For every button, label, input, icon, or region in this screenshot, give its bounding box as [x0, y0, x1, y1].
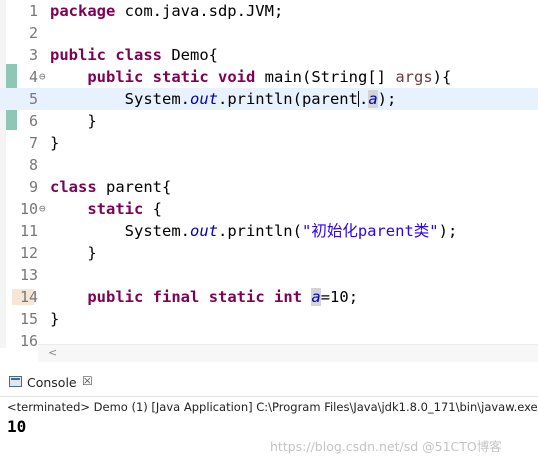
code-text: public final static int a=10; — [87, 288, 359, 306]
code-text: class parent{ — [50, 178, 172, 196]
code-text: package com.java.sdp.JVM; — [50, 2, 284, 20]
line-number: 1 — [28, 2, 38, 20]
code-line[interactable]: 7} — [0, 132, 538, 154]
line-number: 8 — [28, 156, 38, 174]
console-status: <terminated> Demo (1) [Java Application]… — [0, 397, 538, 417]
code-line[interactable]: 4 ⊖ public static void main(String[] args… — [0, 66, 538, 88]
console-icon — [9, 376, 22, 387]
code-text: } — [50, 112, 97, 130]
code-line[interactable]: 13 — [0, 264, 538, 286]
line-number: 10 — [19, 200, 38, 218]
code-line[interactable]: 5 System.out.println(parent.a); — [0, 88, 538, 110]
line-number: 13 — [19, 266, 38, 284]
code-line[interactable]: 1 package com.java.sdp.JVM; — [0, 0, 538, 22]
console-output[interactable]: 10 — [7, 416, 26, 438]
line-number: 2 — [28, 24, 38, 42]
code-editor[interactable]: 1 package com.java.sdp.JVM; 2 3 public class… — [0, 0, 538, 350]
code-line[interactable]: 6 } — [0, 110, 538, 132]
code-text: System.out.println("初始化parent类"); — [50, 222, 458, 240]
code-text: static { — [87, 200, 162, 218]
code-line[interactable]: 15} — [0, 308, 538, 330]
line-number: 12 — [19, 244, 38, 262]
code-text: } — [50, 244, 97, 262]
code-text: public static void main(String[] args){ — [87, 68, 452, 86]
code-text: public class Demo{ — [50, 46, 219, 64]
code-line[interactable]: 2 — [0, 22, 538, 44]
line-number: 4 — [28, 68, 38, 86]
scroll-left-icon[interactable]: < — [48, 346, 57, 359]
line-number: 6 — [28, 112, 38, 130]
line-number: 7 — [28, 134, 38, 152]
code-line[interactable]: 14 public final static int a=10; — [0, 286, 538, 308]
code-line[interactable]: 3 public class Demo{ — [0, 44, 538, 66]
horizontal-scrollbar[interactable]: < — [38, 344, 538, 363]
line-number: 15 — [19, 310, 38, 328]
fold-toggle-icon[interactable]: ⊖ — [39, 202, 46, 216]
code-line[interactable]: 12 } — [0, 242, 538, 264]
console-tab-label: Console — [27, 375, 77, 390]
line-number: 5 — [28, 90, 38, 108]
code-line[interactable]: 8 — [0, 154, 538, 176]
line-number: 11 — [19, 222, 38, 240]
close-icon[interactable]: ☒ — [82, 374, 93, 388]
fold-toggle-icon[interactable]: ⊖ — [39, 70, 46, 84]
watermark: https://blog.csdn.net/sd @51CTO博客 — [270, 439, 502, 454]
line-number: 14 — [19, 288, 38, 306]
code-text: } — [50, 310, 60, 328]
code-line[interactable]: 11 System.out.println("初始化parent类"); — [0, 220, 538, 242]
code-text: } — [50, 134, 60, 152]
view-separator — [0, 362, 538, 370]
line-number: 9 — [28, 178, 38, 196]
code-line[interactable]: 10 ⊖ static { — [0, 198, 538, 220]
line-number: 3 — [28, 46, 38, 64]
line-number: 16 — [19, 332, 38, 350]
tab-console[interactable]: Console ☒ — [0, 370, 538, 397]
code-text: System.out.println(parent.a); — [50, 90, 397, 108]
code-line[interactable]: 9 class parent{ — [0, 176, 538, 198]
